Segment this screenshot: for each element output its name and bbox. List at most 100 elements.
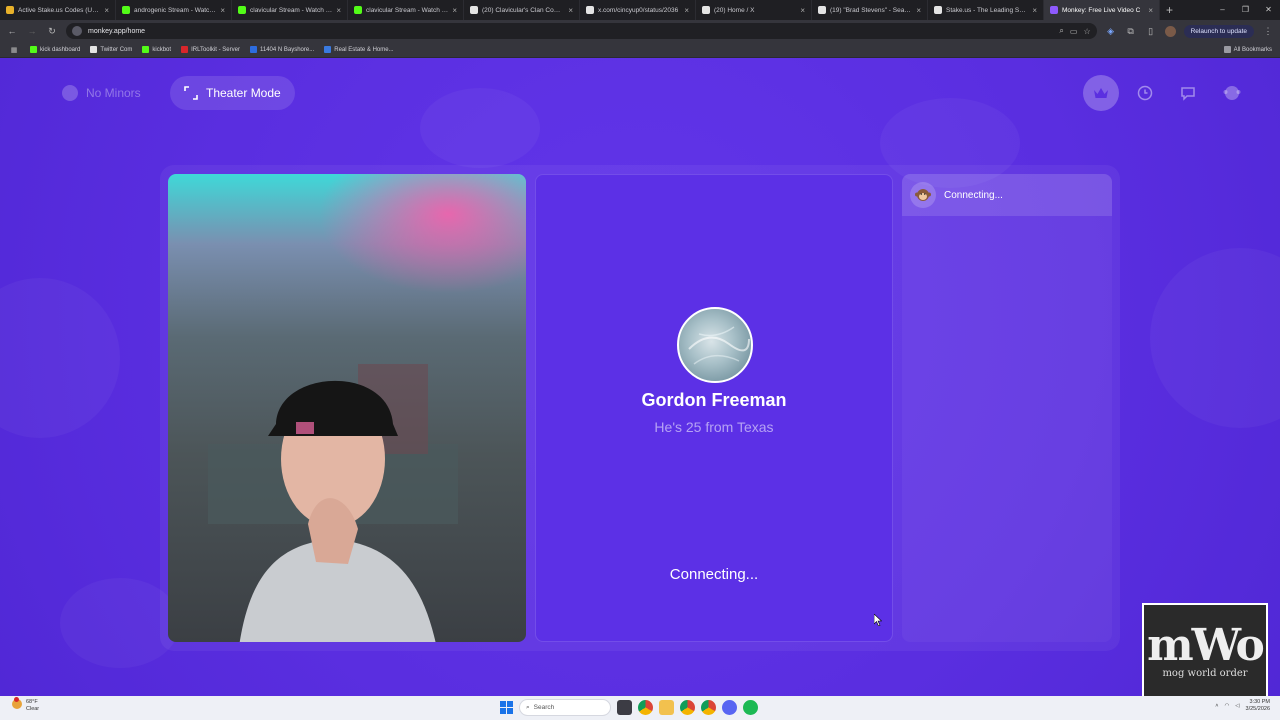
maximize-button[interactable]: ❐ <box>1234 0 1257 20</box>
browser-tab[interactable]: (19) "Brad Stevens" - Search / × <box>812 0 928 20</box>
no-minors-icon <box>62 85 78 101</box>
url-field[interactable]: monkey.app/home ⌕ ▭ ☆ <box>66 23 1097 39</box>
tray-chevron-icon[interactable]: ˄ <box>1215 703 1218 709</box>
bookmark-favicon <box>181 46 189 53</box>
apps-grid-icon[interactable]: ▦ <box>8 46 20 54</box>
tab-favicon <box>238 6 246 14</box>
clock[interactable]: 3:30 PM 3/25/2026 <box>1246 699 1270 713</box>
new-tab-button[interactable]: + <box>1160 3 1179 17</box>
close-icon[interactable]: × <box>104 6 109 15</box>
mouse-cursor-icon <box>874 614 882 626</box>
close-icon[interactable]: × <box>800 6 805 15</box>
cast-icon[interactable]: ▭ <box>1070 27 1078 36</box>
tab-favicon <box>1050 6 1058 14</box>
site-info-icon[interactable] <box>72 26 82 36</box>
weather-widget[interactable]: 68°F Clear <box>12 697 40 713</box>
bookmark-label: Real Estate & Home... <box>334 46 394 53</box>
bookmark-item[interactable]: kick dashboard <box>30 46 80 53</box>
tab-favicon <box>354 6 362 14</box>
discord-icon[interactable] <box>722 700 737 715</box>
crown-button[interactable] <box>1083 75 1119 111</box>
pink-light <box>318 174 526 294</box>
bookmark-label: kick dashboard <box>40 46 81 53</box>
monkey-avatar-icon <box>1223 86 1241 100</box>
volume-icon[interactable]: ◁ <box>1235 703 1239 709</box>
window-controls: – ❐ ✕ <box>1211 0 1280 20</box>
chrome-alt-icon[interactable] <box>701 700 716 715</box>
bookmark-label: kickbot <box>152 46 172 53</box>
windows-start-icon[interactable] <box>500 701 513 714</box>
bookmark-item[interactable]: kickbot <box>142 46 171 53</box>
profile-button[interactable] <box>1214 75 1250 111</box>
tab-favicon <box>818 6 826 14</box>
close-icon[interactable]: × <box>916 6 921 15</box>
browser-tab[interactable]: (20) Clavicular's Clan Commu × <box>464 0 580 20</box>
close-icon[interactable]: × <box>1032 6 1037 15</box>
tab-favicon <box>6 6 14 14</box>
browser-tab[interactable]: Active Stake.us Codes (Updat × <box>0 0 116 20</box>
expand-icon <box>184 86 198 100</box>
browser-tab[interactable]: clavicular Stream - Watch Live × <box>348 0 464 20</box>
history-button[interactable] <box>1127 75 1163 111</box>
close-icon[interactable]: × <box>452 6 457 15</box>
bookmark-item[interactable]: Twitter Com <box>90 46 132 53</box>
match-avatar <box>677 307 753 383</box>
chrome-icon[interactable] <box>638 700 653 715</box>
taskbar-search-label: Search <box>533 704 555 711</box>
browser-tab[interactable]: clavicular Stream - Watch Live × <box>232 0 348 20</box>
taskbar-search[interactable]: ⌕ Search <box>519 699 611 716</box>
windows-taskbar: 68°F Clear ⌕ Search ˄ ◠ ◁ 3:30 PM 3/25/202… <box>0 696 1280 720</box>
side-panel-icon[interactable]: ▯ <box>1145 26 1157 37</box>
chrome-profile-icon[interactable] <box>680 700 695 715</box>
forward-icon[interactable]: → <box>26 26 38 36</box>
close-icon[interactable]: × <box>220 6 225 15</box>
browser-tab[interactable]: x.com/cincyup0/status/2036 × <box>580 0 696 20</box>
all-bookmarks-button[interactable]: All Bookmarks <box>1223 46 1272 53</box>
tab-favicon <box>470 6 478 14</box>
match-panel: Gordon Freeman He's 25 from Texas Connec… <box>535 174 893 642</box>
bookmark-item[interactable]: 11404 N Bayshore... <box>249 46 315 53</box>
relaunch-button[interactable]: Relaunch to update <box>1183 24 1254 38</box>
address-bar-row: ← → ↻ monkey.app/home ⌕ ▭ ☆ ◈ ⧉ ▯ Relaun… <box>0 20 1280 42</box>
crown-icon <box>1094 88 1108 98</box>
browser-tab[interactable]: androgenic Stream - Watch Li × <box>116 0 232 20</box>
browser-tab[interactable]: (20) Home / X × <box>696 0 812 20</box>
back-icon[interactable]: ← <box>6 26 18 36</box>
file-explorer-icon[interactable] <box>659 700 674 715</box>
task-view-icon[interactable] <box>617 700 632 715</box>
browser-tab-active[interactable]: Monkey: Free Live Video C × <box>1044 0 1160 20</box>
tab-favicon <box>122 6 130 14</box>
tab-label: Active Stake.us Codes (Updat <box>18 6 101 14</box>
bookmark-label: 11404 N Bayshore... <box>259 46 315 53</box>
spotify-icon[interactable] <box>743 700 758 715</box>
browser-tab[interactable]: Stake.us - The Leading Social × <box>928 0 1044 20</box>
star-icon[interactable]: ☆ <box>1083 27 1090 36</box>
menu-kebab-icon[interactable]: ⋮ <box>1262 26 1274 37</box>
bookmark-favicon <box>30 46 37 53</box>
extensions-puzzle-icon[interactable]: ⧉ <box>1125 26 1137 37</box>
tab-favicon <box>586 6 594 14</box>
tab-label: clavicular Stream - Watch Live <box>250 6 333 14</box>
close-window-button[interactable]: ✕ <box>1257 0 1280 20</box>
close-icon[interactable]: × <box>568 6 573 15</box>
bookmark-label: Twitter Com <box>100 46 133 53</box>
chat-button[interactable] <box>1170 75 1206 111</box>
weather-condition: Clear <box>26 706 40 712</box>
bookmark-item[interactable]: Real Estate & Home... <box>324 46 394 53</box>
theater-mode-button[interactable]: Theater Mode <box>170 76 295 110</box>
zoom-icon[interactable]: ⌕ <box>1059 26 1063 36</box>
wifi-icon[interactable]: ◠ <box>1224 703 1229 709</box>
chat-bubble-icon <box>1181 87 1195 101</box>
profile-avatar[interactable] <box>1164 25 1176 37</box>
minimize-button[interactable]: – <box>1211 0 1234 20</box>
bookmark-item[interactable]: IRLToolkit - Server <box>181 46 240 53</box>
reload-icon[interactable]: ↻ <box>46 26 58 37</box>
search-icon: ⌕ <box>526 703 530 711</box>
close-icon[interactable]: × <box>684 6 689 15</box>
url-text: monkey.app/home <box>88 27 146 35</box>
close-icon[interactable]: × <box>1148 6 1153 15</box>
close-icon[interactable]: × <box>336 6 341 15</box>
extension-icon[interactable]: ◈ <box>1105 26 1117 37</box>
no-minors-toggle[interactable]: No Minors <box>48 76 155 110</box>
clock-time: 3:30 PM <box>1249 699 1270 705</box>
